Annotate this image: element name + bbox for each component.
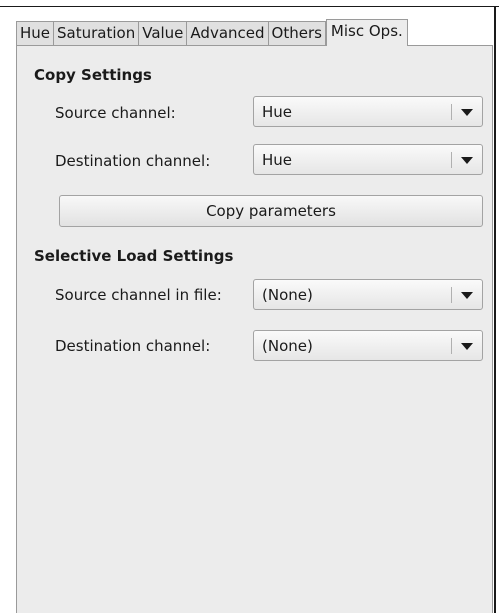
source-channel-value: Hue (262, 103, 293, 121)
copy-parameters-button[interactable]: Copy parameters (59, 195, 483, 227)
file-source-channel-label: Source channel in file: (55, 286, 222, 304)
copy-settings-title: Copy Settings (34, 66, 152, 84)
tab-advanced[interactable]: Advanced (186, 21, 269, 45)
chevron-down-icon (461, 157, 473, 164)
file-source-channel-combo[interactable]: (None) (253, 279, 483, 310)
tab-bar: Hue Saturation Value Advanced Others Mis… (16, 19, 408, 46)
load-destination-channel-label: Destination channel: (55, 337, 211, 355)
combo-separator (451, 152, 452, 168)
source-channel-combo[interactable]: Hue (253, 96, 483, 127)
window-right-border (494, 7, 496, 613)
load-destination-channel-combo[interactable]: (None) (253, 330, 483, 361)
tab-hue[interactable]: Hue (16, 21, 55, 45)
tab-others[interactable]: Others (267, 21, 326, 45)
combo-separator (451, 104, 452, 120)
combo-separator (451, 287, 452, 303)
chevron-down-icon (461, 292, 473, 299)
destination-channel-value: Hue (262, 151, 293, 169)
chevron-down-icon (461, 109, 473, 116)
chevron-down-icon (461, 343, 473, 350)
destination-channel-label: Destination channel: (55, 152, 211, 170)
source-channel-label: Source channel: (55, 104, 176, 122)
selective-load-title: Selective Load Settings (34, 247, 234, 265)
file-source-channel-value: (None) (262, 286, 313, 304)
combo-separator (451, 338, 452, 354)
load-destination-channel-value: (None) (262, 337, 313, 355)
misc-ops-panel: Copy Settings Source channel: Hue Destin… (16, 45, 493, 613)
window-top-border (0, 6, 499, 7)
destination-channel-combo[interactable]: Hue (253, 144, 483, 175)
tab-saturation[interactable]: Saturation (53, 21, 140, 45)
tab-value[interactable]: Value (138, 21, 188, 45)
tab-misc-ops[interactable]: Misc Ops. (325, 19, 408, 46)
